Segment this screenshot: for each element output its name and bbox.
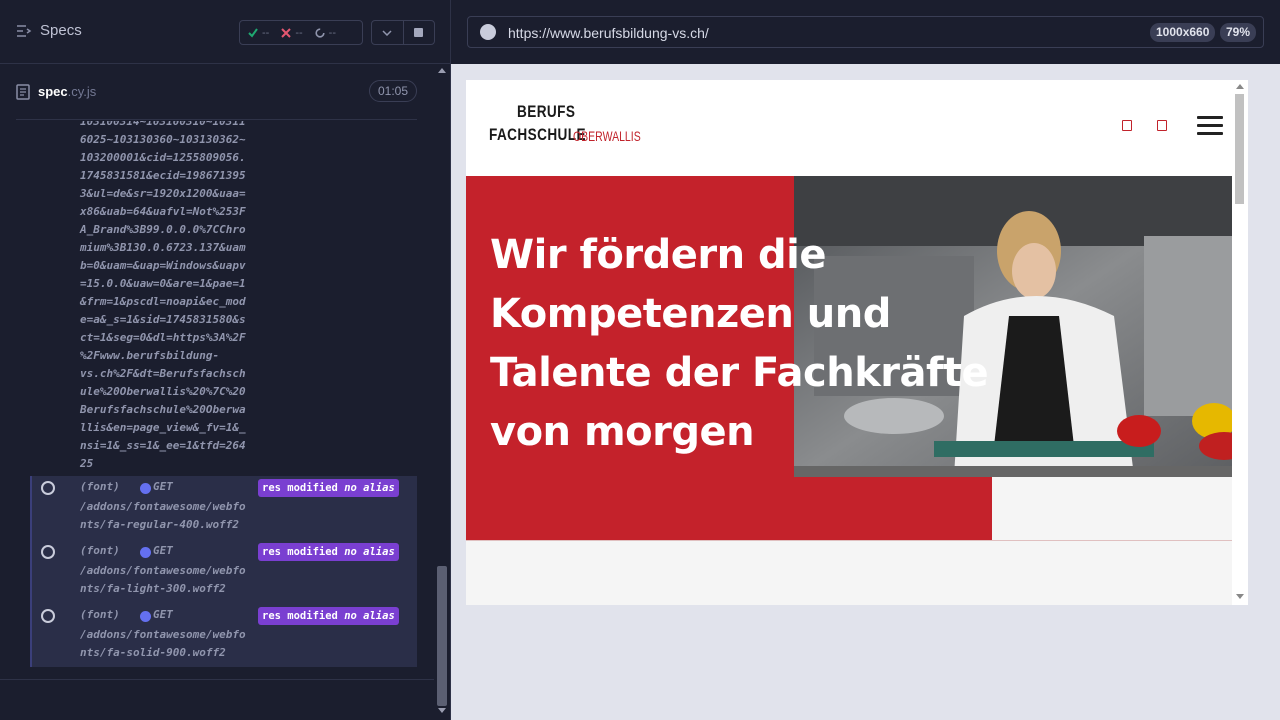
scroll-down-icon[interactable] (438, 708, 446, 713)
request-row[interactable]: (font) GET /addons/fontawesome/webfo nts… (32, 476, 417, 540)
request-path: /addons/fontawesome/webfo nts/fa-light-3… (80, 564, 246, 595)
request-status-dot (140, 483, 151, 494)
stop-icon (414, 28, 424, 37)
spec-header[interactable]: spec.cy.js 01:05 (16, 64, 417, 120)
spec-extension: .cy.js (67, 84, 97, 99)
menu-icon[interactable] (1197, 116, 1223, 136)
specs-label: Specs (40, 22, 82, 39)
logo-line-1: BERUFS (517, 102, 576, 121)
specs-list-icon (17, 24, 32, 37)
content-area (466, 541, 1247, 605)
divider (0, 679, 434, 680)
request-method: GET (153, 544, 173, 557)
log-scroll-thumb[interactable] (437, 566, 447, 706)
passed-count: -- (262, 26, 270, 39)
font-request-group: (font) GET /addons/fontawesome/webfo nts… (30, 476, 417, 667)
aut-iframe: BERUFS FACHSCHULE OBERWALLIS Wir fördern… (466, 80, 1247, 605)
hero-title: Wir fördern die Kompetenzen und Talente … (490, 232, 989, 455)
pending-spinner-icon (41, 545, 55, 559)
pending-count: -- (328, 26, 336, 39)
request-path: /addons/fontawesome/webfo nts/fa-solid-9… (80, 628, 246, 659)
runner-panel: Specs -- -- -- spec.cy.js 01:05 10310031… (0, 0, 451, 720)
spec-name: spec (38, 84, 68, 99)
user-icon[interactable] (1157, 120, 1167, 131)
pending-spinner-icon (41, 481, 55, 495)
url-text: https://www.berufsbildung-vs.ch/ (508, 25, 709, 41)
badge-alias: no alias (344, 610, 395, 622)
request-row[interactable]: (font) GET /addons/fontawesome/webfo nts… (32, 604, 417, 668)
badge-alias: no alias (344, 482, 395, 494)
duration-badge: 01:05 (368, 80, 417, 102)
request-type: (font) (80, 608, 120, 621)
stop-button[interactable] (402, 21, 434, 44)
failed-count: -- (295, 26, 303, 39)
expand-button[interactable] (372, 21, 403, 44)
run-controls (371, 20, 435, 45)
request-method: GET (153, 480, 173, 493)
intercept-badge: res modified no alias (258, 543, 399, 561)
badge-text: res modified (262, 610, 338, 622)
request-type: (font) (80, 480, 120, 493)
viewport-size-badge[interactable]: 1000x660 (1150, 23, 1216, 42)
globe-icon (480, 24, 496, 40)
badge-text: res modified (262, 546, 338, 558)
request-method: GET (153, 608, 173, 621)
pending-spinner-icon (41, 609, 55, 623)
passed-stat: -- (248, 27, 269, 39)
preview-scroll-thumb[interactable] (1235, 94, 1244, 204)
badge-text: res modified (262, 482, 338, 494)
hero-section: Wir fördern die Kompetenzen und Talente … (466, 176, 1247, 541)
site-logo[interactable]: BERUFS FACHSCHULE OBERWALLIS (489, 102, 641, 162)
request-row[interactable]: (font) GET /addons/fontawesome/webfo nts… (32, 540, 417, 604)
scroll-up-icon[interactable] (1236, 84, 1244, 89)
logo-line-3: OBERWALLIS (573, 128, 641, 144)
app-preview-panel: https://www.berufsbildung-vs.ch/ 1000x66… (451, 0, 1280, 720)
specs-toggle[interactable]: Specs (16, 22, 82, 39)
spec-file-name: spec.cy.js (38, 84, 96, 99)
request-status-dot (140, 547, 151, 558)
check-icon (248, 27, 258, 38)
request-path: /addons/fontawesome/webfo nts/fa-regular… (80, 500, 246, 531)
request-url-text: 103100314~103100310~10311 6025~103130360… (80, 121, 246, 470)
failed-stat: -- (281, 26, 303, 39)
run-stats: -- -- -- (239, 20, 363, 45)
request-status-dot (140, 611, 151, 622)
spinner-icon (315, 27, 325, 38)
intercept-badge: res modified no alias (258, 607, 399, 625)
x-icon (281, 27, 292, 38)
runner-topbar: Specs -- -- -- (0, 0, 450, 64)
preview-scrollbar[interactable] (1232, 80, 1248, 605)
url-bar[interactable]: https://www.berufsbildung-vs.ch/ 1000x66… (467, 16, 1264, 48)
intercept-badge: res modified no alias (258, 479, 399, 497)
preview-toolbar: https://www.berufsbildung-vs.ch/ 1000x66… (451, 0, 1280, 64)
logo-line-2: FACHSCHULE (489, 125, 586, 144)
command-log: 103100314~103100310~10311 6025~103130360… (0, 121, 430, 676)
document-icon (16, 83, 30, 100)
scroll-down-icon[interactable] (1236, 594, 1244, 599)
chevron-down-icon (382, 29, 393, 36)
site-header: BERUFS FACHSCHULE OBERWALLIS (466, 80, 1247, 176)
zoom-badge[interactable]: 79% (1220, 23, 1257, 42)
pending-stat: -- (315, 27, 336, 39)
badge-alias: no alias (344, 546, 395, 558)
request-type: (font) (80, 544, 120, 557)
search-icon[interactable] (1122, 120, 1132, 131)
scroll-up-icon[interactable] (438, 68, 446, 73)
